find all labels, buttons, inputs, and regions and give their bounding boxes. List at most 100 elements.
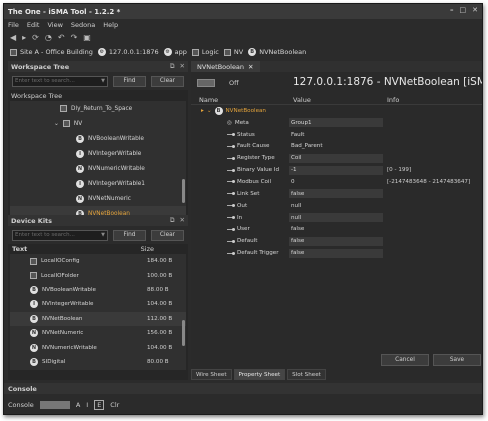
chevron-down-icon[interactable]: ▼ — [101, 78, 105, 84]
tab-property-sheet[interactable]: Property Sheet — [233, 369, 286, 380]
tree-item[interactable]: N NVNumericWritable — [10, 161, 186, 176]
close-icon[interactable]: ✕ — [180, 62, 185, 71]
property-row[interactable]: Default Trigger false — [191, 247, 482, 259]
crumb-nv[interactable]: NV — [223, 48, 243, 56]
property-row[interactable]: Default false — [191, 235, 482, 247]
col-info[interactable]: Info — [387, 96, 399, 104]
kits-clear-button[interactable]: Clear — [151, 229, 184, 241]
save-icon[interactable]: ▣ — [83, 33, 91, 42]
col-name[interactable]: Name — [199, 96, 218, 104]
tab-slot-sheet[interactable]: Slot Sheet — [287, 369, 326, 380]
kits-find-button[interactable]: Find — [113, 229, 146, 241]
tab-nvnetboolean[interactable]: NVNetBoolean ✕ — [191, 61, 260, 72]
property-value[interactable]: Group1 — [289, 118, 383, 128]
close-icon[interactable]: ✕ — [180, 216, 185, 225]
crumb-current[interactable]: B NVNetBoolean — [248, 48, 306, 56]
list-item[interactable]: B SIDigital 80.00 B — [10, 355, 186, 369]
property-row[interactable]: Modbus Coil 0 [-2147483648 - 2147483647] — [191, 176, 482, 188]
tree-item[interactable]: I NVIntegerWritable — [10, 146, 186, 161]
list-item[interactable]: N NVNetNumeric 156.00 B — [10, 326, 186, 340]
refresh-icon[interactable]: ⟳ — [32, 33, 39, 42]
expand-icon[interactable]: ⌄ — [54, 121, 59, 127]
crumb-site[interactable]: Site A - Office Building — [10, 48, 93, 56]
list-item-size: 112.00 B — [147, 315, 173, 322]
crumb-device[interactable]: ⚙ 127.0.0.1:1876 — [97, 48, 159, 56]
close-icon[interactable]: ✕ — [248, 63, 253, 71]
list-item[interactable]: I NVIntegerWritable 104.00 B — [10, 297, 186, 311]
console-clear-button[interactable]: Clr — [110, 401, 119, 409]
menu-file[interactable]: File — [8, 21, 19, 29]
menu-edit[interactable]: Edit — [27, 21, 40, 29]
undo-icon[interactable]: ↶ — [58, 33, 65, 42]
kits-search-input[interactable]: Enter text to search... ▼ — [12, 229, 108, 241]
property-root[interactable]: ▸ ⌄ B NVNetBoolean — [191, 105, 482, 117]
maximize-icon[interactable]: □ — [460, 6, 467, 14]
property-value[interactable]: false — [289, 248, 383, 258]
close-icon[interactable]: ✕ — [472, 6, 478, 14]
property-row[interactable]: Link Set false — [191, 188, 482, 200]
property-value[interactable]: false — [289, 189, 383, 199]
property-row[interactable]: In null — [191, 212, 482, 224]
menu-help[interactable]: Help — [103, 21, 118, 29]
list-item[interactable]: LocalIOFolder 100.00 B — [10, 268, 186, 282]
restore-icon[interactable]: ⧉ — [170, 62, 175, 71]
workspace-search-placeholder: Enter text to search... — [15, 78, 75, 84]
kits-scrollbar[interactable] — [182, 320, 185, 346]
property-value[interactable]: 0 — [289, 177, 383, 186]
menu-sedona[interactable]: Sedona — [71, 21, 95, 29]
restore-icon[interactable]: ⧉ — [170, 216, 175, 225]
chevron-down-icon[interactable]: ▼ — [101, 232, 105, 238]
menu-view[interactable]: View — [47, 21, 62, 29]
console-error-button[interactable]: E — [94, 400, 105, 410]
minimize-icon[interactable]: – — [450, 6, 454, 14]
console-all-button[interactable]: A — [76, 401, 80, 409]
redo-icon[interactable]: ↷ — [71, 33, 78, 42]
property-row[interactable]: Out null — [191, 200, 482, 212]
back-icon[interactable]: ◀ — [10, 33, 16, 42]
property-value[interactable]: false — [289, 236, 383, 246]
tree-item[interactable]: I NVIntegerWritable1 — [10, 176, 186, 191]
chevron-right-icon[interactable]: ▸ — [201, 108, 204, 114]
list-item[interactable]: N NVNumericWritable 104.00 B — [10, 340, 186, 354]
slot-icon — [227, 204, 235, 208]
kits-col-size[interactable]: Size — [141, 245, 154, 253]
console-info-button[interactable]: I — [86, 401, 88, 409]
kits-col-text[interactable]: Text — [12, 245, 27, 253]
kits-list: LocalIOConfig 184.00 B LocalIOFolder 100… — [10, 254, 186, 370]
crumb-site-label: Site A - Office Building — [20, 48, 93, 56]
tree-item[interactable]: B NVBooleanWritable — [10, 131, 186, 146]
property-name: In — [237, 214, 243, 221]
col-value[interactable]: Value — [293, 96, 311, 104]
chevron-down-icon[interactable]: ⌄ — [207, 108, 212, 114]
tab-wire-sheet[interactable]: Wire Sheet — [191, 369, 232, 380]
property-row[interactable]: ◎ Meta Group1 — [191, 117, 482, 129]
save-button[interactable]: Save — [433, 354, 481, 366]
tree-item[interactable]: N NVNetNumeric — [10, 191, 186, 206]
tree-item[interactable]: Dly_Return_To_Space — [10, 101, 186, 116]
property-row[interactable]: User false — [191, 223, 482, 235]
history-icon[interactable]: ◔ — [45, 33, 52, 42]
workspace-clear-button[interactable]: Clear — [151, 75, 184, 87]
property-row[interactable]: Fault Cause Bad_Parent — [191, 141, 482, 153]
list-item-size: 80.00 B — [147, 358, 169, 365]
console-input[interactable] — [39, 401, 70, 409]
forward-icon[interactable]: ▸ — [22, 33, 26, 42]
property-columns: Name Value Info — [191, 95, 482, 105]
workspace-search-input[interactable]: Enter text to search... ▼ — [12, 75, 108, 87]
property-value[interactable]: -1 — [289, 165, 383, 175]
property-row[interactable]: Binary Value Id -1 [0 - 199] — [191, 164, 482, 176]
workspace-scrollbar[interactable] — [182, 179, 185, 203]
cancel-button[interactable]: Cancel — [381, 354, 429, 366]
workspace-find-button[interactable]: Find — [113, 75, 146, 87]
list-item-selected[interactable]: B NVNetBoolean 112.00 B — [10, 311, 186, 326]
list-item[interactable]: B NVBooleanWritable 88.00 B — [10, 283, 186, 297]
list-item[interactable]: LocalIOConfig 184.00 B — [10, 254, 186, 268]
enable-toggle[interactable] — [197, 79, 215, 87]
crumb-logic[interactable]: Logic — [191, 48, 219, 56]
property-value[interactable]: Coil — [289, 153, 383, 163]
crumb-app[interactable]: ⚙ app — [163, 48, 187, 56]
property-row[interactable]: Status Fault — [191, 129, 482, 141]
property-row[interactable]: Register Type Coil — [191, 152, 482, 164]
tree-item[interactable]: ⌄ NV — [10, 116, 186, 131]
property-value[interactable]: null — [289, 213, 383, 223]
